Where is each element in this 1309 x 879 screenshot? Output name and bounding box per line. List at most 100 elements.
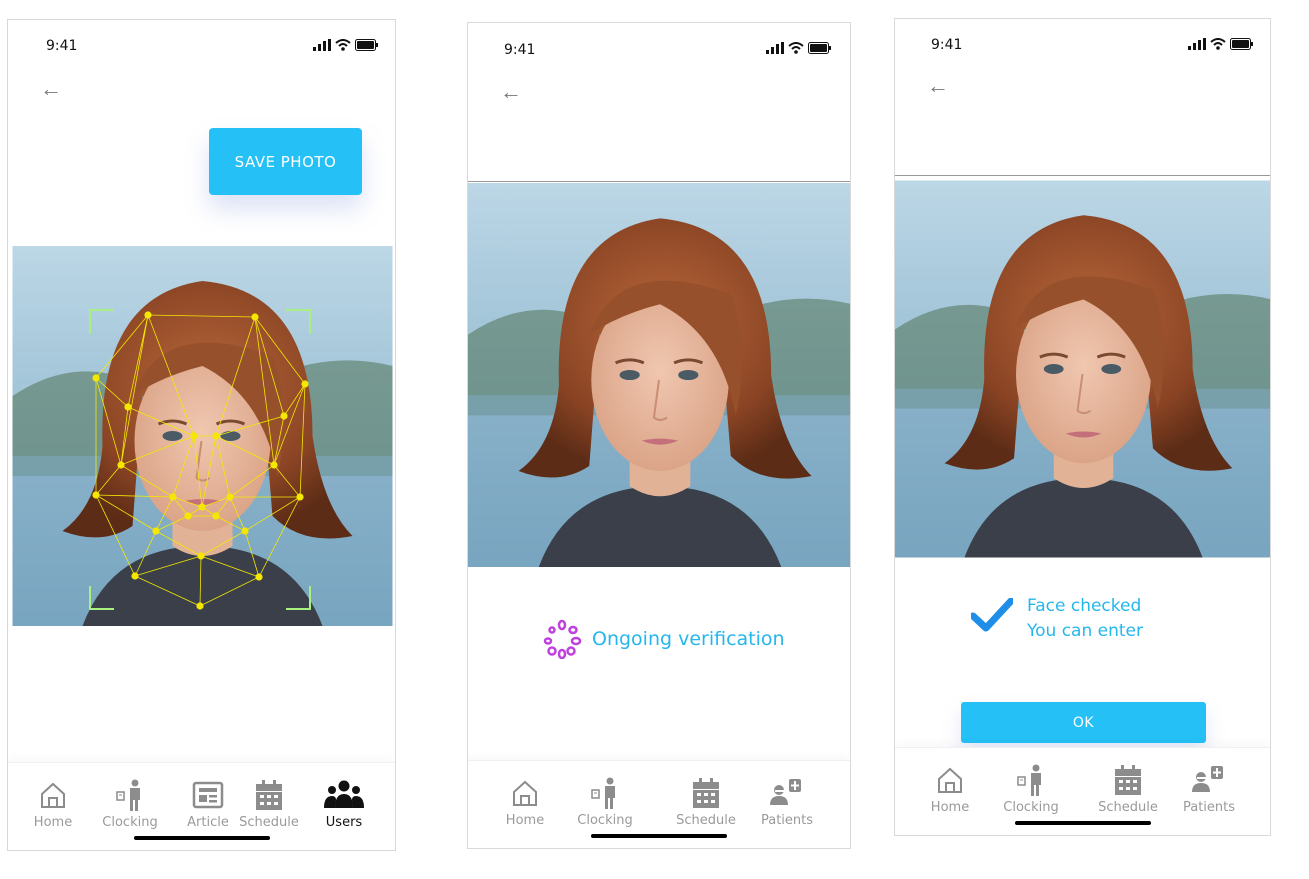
home-indicator [1014,821,1151,825]
landmark-point [255,573,263,581]
back-arrow-icon[interactable]: ← [927,75,949,97]
battery-icon [808,42,831,54]
landmark-point [301,380,309,388]
screen-ongoing-verification: 9:41 ← Ongoing verification Home Clockin… [467,22,851,849]
save-photo-button[interactable]: SAVE PHOTO [209,128,362,195]
ok-button[interactable]: OK [961,702,1206,743]
clocking-icon [1017,764,1041,796]
verification-result: Face checked You can enter [971,594,1143,644]
tab-label: Home [33,815,73,830]
tab-label: Home [505,813,545,828]
signal-icon [313,39,331,51]
face-photo [8,246,395,626]
back-arrow-icon[interactable]: ← [40,78,62,100]
clocking-icon [591,777,615,809]
patients-icon [1192,766,1223,792]
battery-icon [355,39,378,51]
tab-article[interactable]: Article [173,777,243,830]
landmark-point [251,313,259,321]
home-icon [513,780,537,806]
landmark-point [241,527,249,535]
tab-home[interactable]: Home [915,762,985,815]
wifi-icon [335,39,351,51]
screen-face-checked: 9:41 ← Face checked You can enter OK Hom… [894,18,1271,836]
status-icons [313,39,379,51]
patients-icon [770,779,801,805]
tab-label: Clocking [102,815,158,830]
clocking-icon [116,779,140,811]
landmark-point [280,412,288,420]
tab-bar: Home Clocking Schedule Patients [468,760,850,848]
face-photo [468,181,850,567]
tab-clocking[interactable]: Clocking [996,762,1066,815]
landmark-point [196,602,204,610]
tab-patients[interactable]: Patients [752,775,822,828]
result-subtitle: You can enter [1027,621,1143,641]
landmark-point [212,432,220,440]
landmark-point [270,461,278,469]
landmark-point [184,512,192,520]
tab-schedule[interactable]: Schedule [1093,762,1163,815]
landmark-point [226,493,234,501]
tab-patients[interactable]: Patients [1174,762,1244,815]
tab-bar: Home Clocking Article Schedule Users [8,762,395,850]
wifi-icon [1210,38,1226,50]
status-icons [766,42,832,54]
spinner-icon [543,619,582,659]
battery-icon [1230,38,1253,50]
landmark-point [152,527,160,535]
tab-label: Patients [760,813,814,828]
tab-label: Article [187,815,229,830]
tab-label: Users [325,815,363,830]
tab-label: Patients [1182,800,1236,815]
landmark-point [117,461,125,469]
tab-home[interactable]: Home [490,775,560,828]
home-icon [938,767,962,793]
landmark-point [144,311,152,319]
status-time: 9:41 [931,37,963,53]
wifi-icon [788,42,804,54]
users-icon [324,780,364,808]
verification-label: Ongoing verification [592,628,785,650]
tab-label: Clocking [1003,800,1059,815]
status-icons [1188,38,1254,50]
tab-label: Schedule [676,813,736,828]
schedule-icon [256,780,282,810]
article-icon [192,781,224,809]
check-icon [971,598,1013,632]
screen-save-photo: 9:41 ← SAVE PHOTO Home Clocking Article … [7,19,396,851]
tab-schedule[interactable]: Schedule [671,775,741,828]
tab-schedule[interactable]: Schedule [234,777,304,830]
landmark-point [296,493,304,501]
tab-bar: Home Clocking Schedule Patients [895,747,1270,835]
status-time: 9:41 [46,38,78,54]
tab-label: Home [930,800,970,815]
landmark-point [131,572,139,580]
result-title: Face checked [1027,596,1142,616]
landmark-point [198,503,206,511]
landmark-point [212,512,220,520]
tab-users[interactable]: Users [309,777,379,830]
status-time: 9:41 [504,42,536,58]
signal-icon [766,42,784,54]
tab-clocking[interactable]: Clocking [95,777,165,830]
landmark-point [197,552,205,560]
back-arrow-icon[interactable]: ← [500,81,522,103]
tab-home[interactable]: Home [18,777,88,830]
schedule-icon [1115,765,1141,795]
landmark-point [92,491,100,499]
tab-clocking[interactable]: Clocking [570,775,640,828]
landmark-point [92,374,100,382]
face-photo [895,175,1270,561]
tab-label: Clocking [577,813,633,828]
signal-icon [1188,38,1206,50]
home-icon [41,782,65,808]
home-indicator [591,834,727,838]
landmark-point [124,403,132,411]
landmark-point [190,432,198,440]
schedule-icon [693,778,719,808]
verification-status: Ongoing verification [538,619,785,659]
home-indicator [133,836,270,840]
tab-label: Schedule [239,815,299,830]
tab-label: Schedule [1098,800,1158,815]
